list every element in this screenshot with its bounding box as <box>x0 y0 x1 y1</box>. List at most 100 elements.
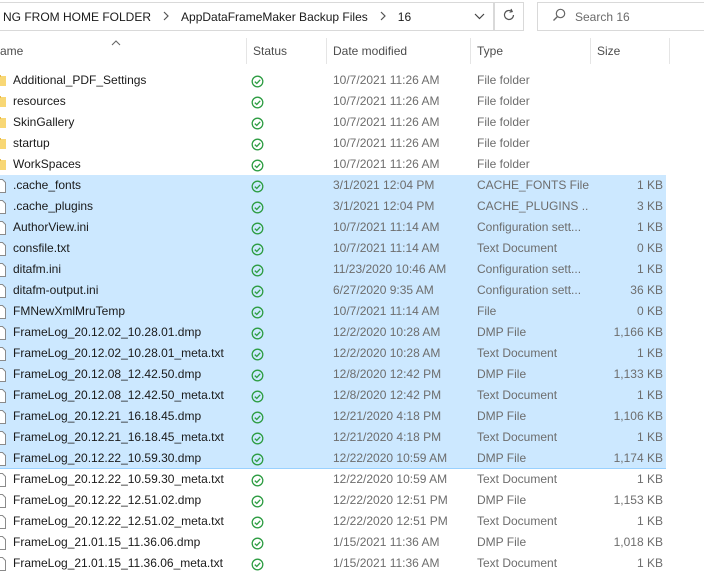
file-name[interactable]: FrameLog_20.12.22_10.59.30.dmp <box>13 448 243 469</box>
search-icon <box>552 8 566 25</box>
column-header-date-modified[interactable]: Date modified <box>333 38 407 64</box>
file-row[interactable]: consfile.txt 10/7/2021 11:14 AM Text Docum… <box>0 238 704 259</box>
file-name[interactable]: .cache_plugins <box>13 196 243 217</box>
chevron-down-icon[interactable] <box>465 3 493 30</box>
file-list: Additional_PDF_Settings 10/7/2021 11:26 A… <box>0 70 704 574</box>
column-divider[interactable] <box>669 38 670 64</box>
breadcrumb-item[interactable]: NG FROM HOME FOLDER <box>0 10 155 24</box>
folder-icon <box>0 136 6 151</box>
sync-status-cell <box>251 301 265 322</box>
file-name[interactable]: FrameLog_21.01.15_11.36.06.dmp <box>13 532 243 553</box>
column-header-size[interactable]: Size <box>597 38 620 64</box>
chevron-right-icon[interactable] <box>372 10 394 24</box>
file-row[interactable]: FrameLog_20.12.22_10.59.30.dmp 12/22/2020… <box>0 448 704 469</box>
breadcrumb-item[interactable]: AppDataFrameMaker Backup Files <box>177 10 372 24</box>
file-name[interactable]: ditafm.ini <box>13 259 243 280</box>
sync-status-cell <box>251 469 265 490</box>
column-divider[interactable] <box>470 38 471 64</box>
file-row[interactable]: FrameLog_20.12.08_12.42.50.dmp 12/8/2020 … <box>0 364 704 385</box>
file-row[interactable]: FrameLog_20.12.08_12.42.50_meta.txt 12/8/… <box>0 385 704 406</box>
file-size: 1,153 KB <box>613 493 663 507</box>
file-size: 1 KB <box>636 514 663 528</box>
file-size: 1 KB <box>636 220 663 234</box>
check-circle-icon <box>251 431 264 445</box>
file-row[interactable]: FrameLog_20.12.21_16.18.45.dmp 12/21/2020… <box>0 406 704 427</box>
search-box[interactable]: Search 16 <box>537 2 704 31</box>
file-type: Text Document <box>477 346 558 360</box>
file-name[interactable]: SkinGallery <box>13 112 243 133</box>
file-icon <box>0 304 6 319</box>
file-name[interactable]: resources <box>13 91 243 112</box>
file-row[interactable]: FrameLog_20.12.02_10.28.01_meta.txt 12/2/… <box>0 343 704 364</box>
file-name[interactable]: startup <box>13 133 243 154</box>
file-icon <box>0 535 6 550</box>
file-icon <box>0 346 6 361</box>
file-row[interactable]: FrameLog_20.12.22_10.59.30_meta.txt 12/22… <box>0 469 704 490</box>
file-row[interactable]: FrameLog_20.12.22_12.51.02.dmp 12/22/2020… <box>0 490 704 511</box>
file-date-modified: 12/22/2020 12:51 PM <box>333 493 448 507</box>
file-size: 0 KB <box>636 241 663 255</box>
file-name[interactable]: FrameLog_20.12.22_10.59.30_meta.txt <box>13 469 243 490</box>
file-row[interactable]: AuthorView.ini 10/7/2021 11:14 AM Configur… <box>0 217 704 238</box>
file-row[interactable]: Additional_PDF_Settings 10/7/2021 11:26 A… <box>0 70 704 91</box>
file-name[interactable]: FrameLog_20.12.02_10.28.01_meta.txt <box>13 343 243 364</box>
sync-status-cell <box>251 511 265 532</box>
file-name[interactable]: FrameLog_20.12.21_16.18.45_meta.txt <box>13 427 243 448</box>
address-bar[interactable]: NG FROM HOME FOLDER AppDataFrameMaker Ba… <box>0 2 494 31</box>
file-name[interactable]: ditafm-output.ini <box>13 280 243 301</box>
file-type: Configuration sett... <box>477 262 582 276</box>
file-name[interactable]: .cache_fonts <box>13 175 243 196</box>
file-row[interactable]: .cache_plugins 3/1/2021 12:04 PM CACHE_PLU… <box>0 196 704 217</box>
sync-status-cell <box>251 217 265 238</box>
file-type: CACHE_FONTS File <box>477 178 589 192</box>
file-row[interactable]: .cache_fonts 3/1/2021 12:04 PM CACHE_FONTS… <box>0 175 704 196</box>
file-row[interactable]: FrameLog_20.12.22_12.51.02_meta.txt 12/22… <box>0 511 704 532</box>
file-name[interactable]: FrameLog_20.12.02_10.28.01.dmp <box>13 322 243 343</box>
sync-status-cell <box>251 427 265 448</box>
check-circle-icon <box>251 95 264 109</box>
sync-status-cell <box>251 553 265 574</box>
file-type: File folder <box>477 73 530 87</box>
column-header-name[interactable]: ame <box>0 38 23 64</box>
column-divider[interactable] <box>590 38 591 64</box>
file-row[interactable]: FMNewXmlMruTemp 10/7/2021 11:14 AM File 0 K… <box>0 301 704 322</box>
file-date-modified: 1/15/2021 11:36 AM <box>333 556 440 570</box>
file-name[interactable]: WorkSpaces <box>13 154 243 175</box>
chevron-right-icon[interactable] <box>155 10 177 24</box>
file-icon <box>0 388 6 403</box>
refresh-button[interactable] <box>494 2 524 31</box>
file-row[interactable]: ditafm-output.ini 6/27/2020 9:35 AM Config… <box>0 280 704 301</box>
breadcrumb-item[interactable]: 16 <box>394 10 415 24</box>
file-name[interactable]: FrameLog_20.12.22_12.51.02.dmp <box>13 490 243 511</box>
check-circle-icon <box>251 326 264 340</box>
folder-icon <box>0 73 6 88</box>
file-name[interactable]: FrameLog_20.12.21_16.18.45.dmp <box>13 406 243 427</box>
file-row[interactable]: FrameLog_20.12.02_10.28.01.dmp 12/2/2020 … <box>0 322 704 343</box>
file-name[interactable]: AuthorView.ini <box>13 217 243 238</box>
check-circle-icon <box>251 452 264 466</box>
file-row[interactable]: ditafm.ini 11/23/2020 10:46 AM Configurati… <box>0 259 704 280</box>
search-input[interactable]: Search 16 <box>575 10 630 24</box>
file-type: CACHE_PLUGINS ... <box>477 199 589 213</box>
file-row[interactable]: WorkSpaces 10/7/2021 11:26 AM File folder <box>0 154 704 175</box>
file-name[interactable]: consfile.txt <box>13 238 243 259</box>
column-divider[interactable] <box>246 38 247 64</box>
file-name[interactable]: FrameLog_20.12.08_12.42.50_meta.txt <box>13 385 243 406</box>
file-type: File folder <box>477 136 530 150</box>
file-row[interactable]: SkinGallery 10/7/2021 11:26 AM File folder <box>0 112 704 133</box>
column-header-type[interactable]: Type <box>477 38 503 64</box>
check-circle-icon <box>251 200 264 214</box>
file-row[interactable]: FrameLog_20.12.21_16.18.45_meta.txt 12/21… <box>0 427 704 448</box>
file-row[interactable]: FrameLog_21.01.15_11.36.06.dmp 1/15/2021 … <box>0 532 704 553</box>
file-name[interactable]: FrameLog_20.12.22_12.51.02_meta.txt <box>13 511 243 532</box>
file-row[interactable]: FrameLog_21.01.15_11.36.06_meta.txt 1/15/… <box>0 553 704 574</box>
check-circle-icon <box>251 137 264 151</box>
file-name[interactable]: FrameLog_21.01.15_11.36.06_meta.txt <box>13 553 243 574</box>
file-row[interactable]: resources 10/7/2021 11:26 AM File folder <box>0 91 704 112</box>
file-name[interactable]: FrameLog_20.12.08_12.42.50.dmp <box>13 364 243 385</box>
column-header-status[interactable]: Status <box>253 38 287 64</box>
file-row[interactable]: startup 10/7/2021 11:26 AM File folder <box>0 133 704 154</box>
file-name[interactable]: Additional_PDF_Settings <box>13 70 243 91</box>
file-name[interactable]: FMNewXmlMruTemp <box>13 301 243 322</box>
column-divider[interactable] <box>326 38 327 64</box>
